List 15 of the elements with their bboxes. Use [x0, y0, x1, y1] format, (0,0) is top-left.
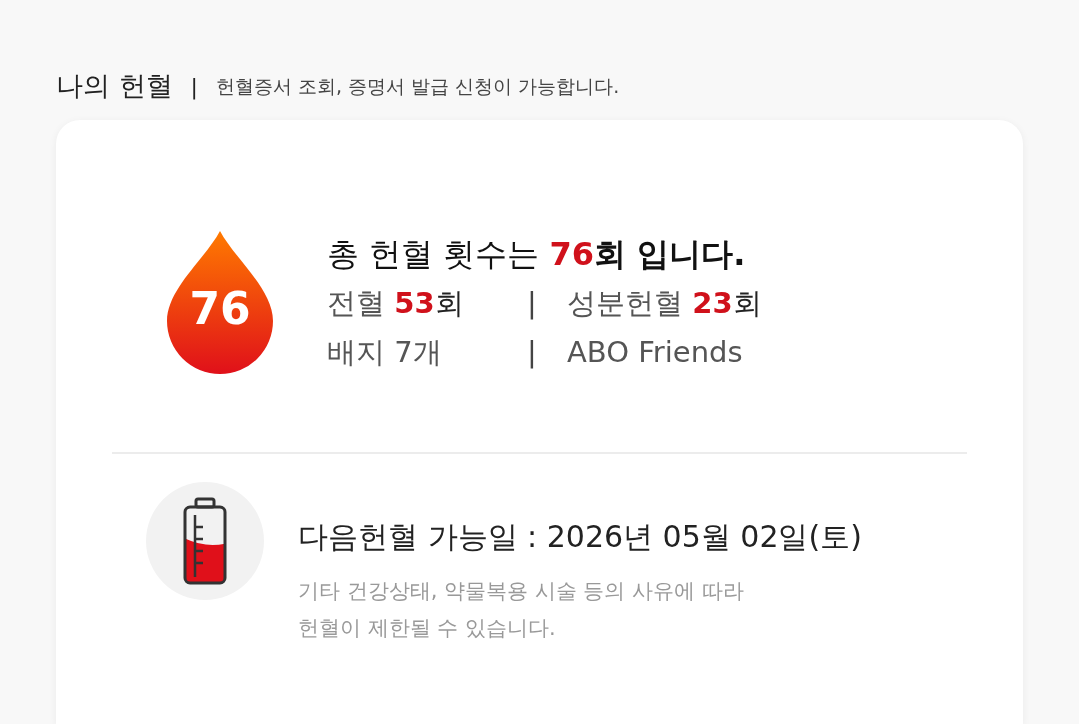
separator: |: [527, 334, 538, 371]
separator: |: [190, 72, 198, 102]
stat-text: ABO Friends: [567, 334, 744, 371]
note-text: 기타 건강상태, 약물복용 시술 등의 사유에 따라: [298, 578, 745, 605]
stat-text: 성분헌혈 23회: [567, 284, 762, 322]
blood-drop-icon: 76: [165, 229, 275, 375]
separator: |: [527, 284, 538, 322]
next-donation-date: 다음헌혈 가능일 : 2026년 05월 02일(토): [298, 518, 862, 556]
page-title: 나의 헌혈: [56, 68, 173, 103]
page-description: 헌혈증서 조회, 증명서 발급 신청이 가능합니다.: [216, 73, 620, 99]
stat-text: 배지 7개: [327, 334, 443, 371]
stat-text: 전혈 53회: [327, 284, 465, 322]
total-count-text: 총 헌혈 횟수는 76회 입니다.: [327, 233, 747, 275]
note-text: 헌혈이 제한될 수 있습니다.: [298, 614, 557, 642]
blood-bag-icon: [182, 497, 228, 585]
